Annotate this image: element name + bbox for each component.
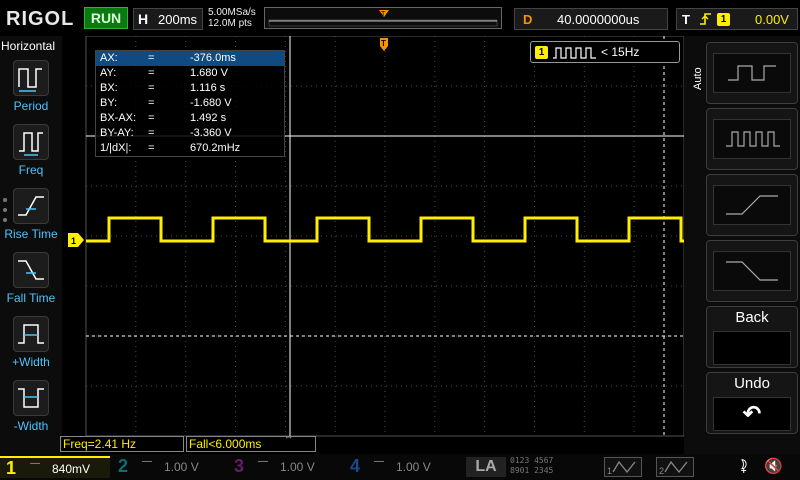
- svg-text:T: T: [381, 11, 386, 18]
- memory-overview-wave: T: [265, 8, 501, 28]
- back-label: Back: [707, 309, 797, 326]
- neg-width-label: -Width: [0, 419, 62, 433]
- channel-4-number: 4: [350, 456, 360, 477]
- channel-2-coupling-icon: —: [142, 456, 152, 467]
- cursor-readout-panel: AX: = -376.0ms AY: = 1.680 V BX: = 1.116 s BY:…: [95, 50, 285, 157]
- channel-4-status[interactable]: 4 — 1.00 V: [344, 456, 460, 478]
- channel-3-scale: 1.00 V: [280, 460, 315, 474]
- fall-time-icon: [13, 252, 49, 288]
- acquisition-info: 5.00MSa/s 12.0M pts: [208, 7, 256, 29]
- math-2-button[interactable]: 2: [656, 457, 694, 477]
- pos-width-label: +Width: [0, 355, 62, 369]
- frequency-counter-box[interactable]: 1 < 15Hz: [530, 41, 680, 63]
- timebase-value: 200ms: [158, 12, 197, 27]
- pulse-train-icon: [552, 46, 598, 60]
- usb-icon: ⯝: [740, 458, 748, 480]
- cursor-row: BX-AX: = 1.492 s: [96, 111, 284, 126]
- channel-2-scale: 1.00 V: [164, 460, 199, 474]
- svg-text:1: 1: [71, 236, 76, 246]
- channel-1-status[interactable]: 1 — 840mV: [0, 456, 110, 478]
- measure-freq-button[interactable]: Freq: [0, 124, 62, 186]
- counter-reading: < 15Hz: [601, 45, 639, 59]
- rising-edge-icon: [713, 185, 791, 225]
- auto-multi-pulse-softkey[interactable]: [706, 108, 798, 170]
- rigol-logo: RIGOL: [6, 8, 74, 31]
- top-status-bar: RIGOL RUN H 200ms 5.00MSa/s 12.0M pts T …: [0, 0, 800, 36]
- back-arrow-icon: 🡈: [713, 331, 791, 365]
- trigger-label: T: [682, 12, 690, 27]
- falling-edge-icon: [713, 251, 791, 291]
- speaker-mute-icon[interactable]: 🔇: [764, 457, 783, 475]
- measure-rise-time-button[interactable]: Rise Time: [0, 188, 62, 250]
- auto-pulse-softkey[interactable]: [706, 42, 798, 104]
- period-icon: [13, 60, 49, 96]
- math-1-number: 1: [607, 466, 612, 476]
- cursor-row: AX: = -376.0ms: [96, 51, 284, 66]
- channel-1-number: 1: [6, 458, 16, 479]
- channel-1-scale: 840mV: [52, 462, 90, 476]
- multi-pulse-icon: [713, 119, 791, 159]
- trigger-box[interactable]: T 1 0.00V: [676, 8, 798, 30]
- counter-channel-badge: 1: [535, 46, 548, 59]
- delay-value: 40.0000000us: [557, 12, 639, 27]
- channel-3-number: 3: [234, 456, 244, 477]
- horizontal-timebase-box[interactable]: H 200ms: [133, 8, 203, 30]
- fall-measurement[interactable]: Fall<6.000ms: [186, 436, 316, 452]
- back-softkey[interactable]: Back 🡈: [706, 306, 798, 368]
- horizontal-delay-box[interactable]: D 40.0000000us: [514, 8, 668, 30]
- cursor-row: 1/|dX|: = 670.2mHz: [96, 141, 284, 156]
- menu-title: Horizontal: [1, 39, 55, 53]
- channel-4-coupling-icon: —: [374, 456, 384, 467]
- channel-4-scale: 1.00 V: [396, 460, 431, 474]
- delay-label: D: [523, 12, 532, 27]
- cursor-row: AY: = 1.680 V: [96, 66, 284, 81]
- channel-2-number: 2: [118, 456, 128, 477]
- channel-1-coupling-icon: —: [30, 458, 40, 469]
- auto-fall-edge-softkey[interactable]: [706, 240, 798, 302]
- left-measure-menu: Horizontal Period Freq Rise Time Fall Ti…: [0, 36, 62, 454]
- rise-time-label: Rise Time: [0, 227, 62, 241]
- single-pulse-icon: [713, 53, 791, 93]
- cursor-row: BY-AY: = -3.360 V: [96, 126, 284, 141]
- trigger-level-value: 0.00V: [755, 12, 789, 27]
- logic-channel-indicators: 0123 4567 8901 2345: [510, 456, 598, 478]
- channel-status-bar: 1 — 840mV 2 — 1.00 V 3 — 1.00 V 4 — 1.00…: [0, 454, 800, 480]
- waveform-display[interactable]: T 1 T ↔ AX:=-376.0ms AY:=1.680 V BX:=1.1…: [62, 36, 694, 454]
- math-2-number: 2: [659, 466, 664, 476]
- sample-rate: 5.00MSa/s: [208, 7, 256, 18]
- neg-width-icon: [13, 380, 49, 416]
- channel-2-status[interactable]: 2 — 1.00 V: [112, 456, 228, 478]
- undo-softkey[interactable]: Undo ↶: [706, 372, 798, 434]
- waveform-memory-overview: T: [264, 7, 502, 29]
- cursor-row: BX: = 1.116 s: [96, 81, 284, 96]
- auto-label: Auto: [692, 67, 704, 90]
- logic-analyzer-button[interactable]: LA: [466, 457, 506, 477]
- horizontal-label: H: [138, 11, 148, 27]
- rise-time-icon: [13, 188, 49, 224]
- freq-icon: [13, 124, 49, 160]
- channel-3-status[interactable]: 3 — 1.00 V: [228, 456, 344, 478]
- freq-measurement[interactable]: Freq=2.41 Hz: [60, 436, 184, 452]
- memory-depth: 12.0M pts: [208, 18, 256, 29]
- trigger-source-badge: 1: [717, 13, 730, 26]
- cursor-row: BY: = -1.680 V: [96, 96, 284, 111]
- auto-rise-edge-softkey[interactable]: [706, 174, 798, 236]
- measure-pos-width-button[interactable]: +Width: [0, 316, 62, 378]
- right-softkey-menu: Auto Back 🡈 Undo ↶: [684, 36, 800, 454]
- period-label: Period: [0, 99, 62, 113]
- fall-time-label: Fall Time: [0, 291, 62, 305]
- run-stop-button[interactable]: RUN: [84, 7, 128, 29]
- trigger-edge-icon: [699, 11, 713, 30]
- undo-label: Undo: [707, 375, 797, 392]
- measure-period-button[interactable]: Period: [0, 60, 62, 122]
- undo-icon: ↶: [713, 397, 791, 431]
- measure-neg-width-button[interactable]: -Width: [0, 380, 62, 442]
- math-1-button[interactable]: 1: [604, 457, 642, 477]
- channel-3-coupling-icon: —: [258, 456, 268, 467]
- measure-fall-time-button[interactable]: Fall Time: [0, 252, 62, 314]
- svg-text:T: T: [381, 39, 386, 48]
- freq-label: Freq: [0, 163, 62, 177]
- pos-width-icon: [13, 316, 49, 352]
